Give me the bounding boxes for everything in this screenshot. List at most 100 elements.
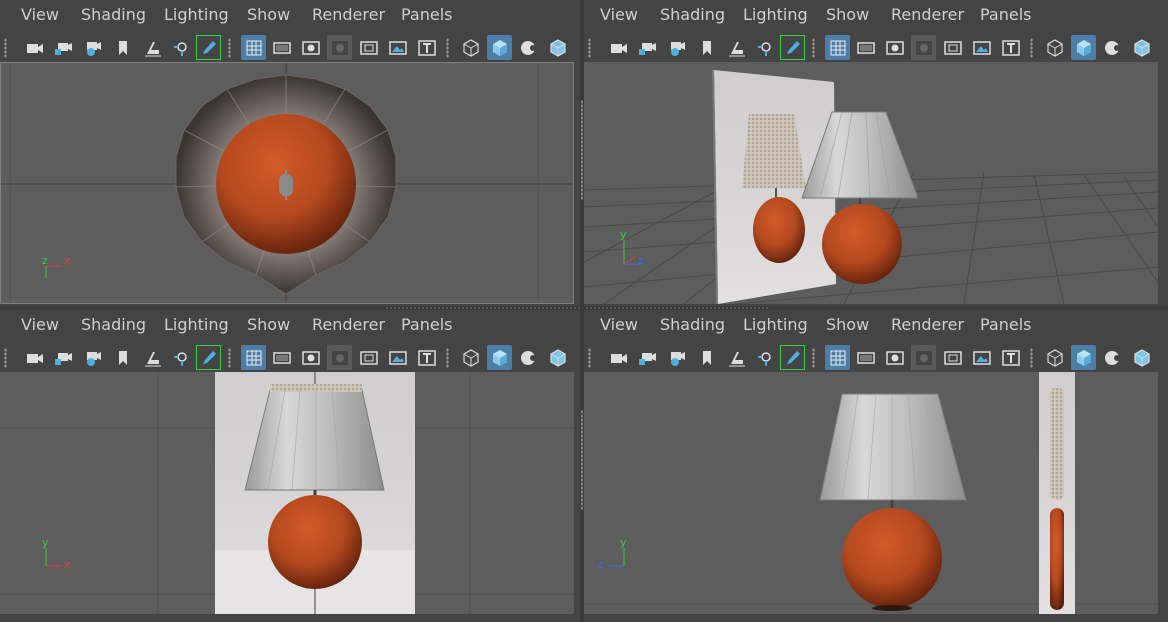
camera-lock-icon[interactable] — [634, 345, 659, 370]
use-default-material-icon[interactable] — [1100, 35, 1125, 60]
grid-icon[interactable] — [241, 345, 266, 370]
camera-icon[interactable] — [606, 345, 631, 370]
image-plane-icon[interactable] — [724, 345, 749, 370]
bookmark-icon[interactable] — [694, 35, 719, 60]
vertical-splitter-grip-top[interactable] — [581, 100, 583, 200]
menu-renderer[interactable]: Renderer — [891, 5, 964, 24]
camera-attributes-icon[interactable] — [664, 345, 689, 370]
use-default-material-icon[interactable] — [1100, 345, 1125, 370]
field-chart-icon[interactable] — [940, 35, 965, 60]
smooth-shade-icon[interactable] — [487, 345, 512, 370]
camera-lock-icon[interactable] — [634, 35, 659, 60]
camera-icon[interactable] — [606, 35, 631, 60]
viewport-persp[interactable] — [584, 62, 1158, 304]
grid-icon[interactable] — [825, 345, 850, 370]
menu-panels[interactable]: Panels — [401, 315, 453, 334]
safe-action-icon[interactable] — [969, 345, 994, 370]
viewport-panel-persp[interactable]: View Shading Lighting Show Renderer Pane… — [584, 0, 1162, 306]
wireframe-icon[interactable] — [1042, 345, 1067, 370]
film-gate-icon[interactable] — [853, 35, 878, 60]
wireframe-on-shaded-icon[interactable] — [1129, 35, 1154, 60]
wireframe-on-shaded-icon[interactable] — [545, 345, 570, 370]
viewport-front[interactable] — [0, 372, 574, 614]
menu-lighting[interactable]: Lighting — [743, 315, 808, 334]
lamp-base-front[interactable] — [268, 495, 362, 589]
resolution-gate-icon[interactable] — [882, 35, 907, 60]
grease-pencil-icon[interactable] — [196, 345, 221, 370]
viewport-panel-side[interactable]: View Shading Lighting Show Renderer Pane… — [584, 310, 1162, 616]
wireframe-on-shaded-icon[interactable] — [545, 35, 570, 60]
field-chart-icon[interactable] — [356, 35, 381, 60]
viewport-top[interactable] — [0, 62, 574, 304]
field-chart-icon[interactable] — [940, 345, 965, 370]
use-default-material-icon[interactable] — [516, 345, 541, 370]
track-view-icon[interactable] — [168, 35, 193, 60]
lamp-shade-front[interactable] — [244, 389, 385, 491]
menu-view[interactable]: View — [600, 5, 638, 24]
menu-view[interactable]: View — [21, 315, 59, 334]
safe-action-icon[interactable] — [969, 35, 994, 60]
menu-panels[interactable]: Panels — [401, 5, 453, 24]
wireframe-icon[interactable] — [458, 35, 483, 60]
film-gate-icon[interactable] — [269, 345, 294, 370]
menu-show[interactable]: Show — [826, 315, 869, 334]
resolution-gate-icon[interactable] — [298, 345, 323, 370]
camera-attributes-icon[interactable] — [664, 35, 689, 60]
safe-title-icon[interactable] — [414, 35, 439, 60]
menu-show[interactable]: Show — [826, 5, 869, 24]
menu-renderer[interactable]: Renderer — [312, 315, 385, 334]
lamp-base-persp[interactable] — [822, 204, 902, 284]
menu-view[interactable]: View — [21, 5, 59, 24]
menu-renderer[interactable]: Renderer — [891, 315, 964, 334]
wireframe-icon[interactable] — [458, 345, 483, 370]
camera-lock-icon[interactable] — [50, 345, 75, 370]
field-chart-icon[interactable] — [356, 345, 381, 370]
lamp-shade-side[interactable] — [819, 393, 967, 501]
grease-pencil-icon[interactable] — [196, 35, 221, 60]
camera-lock-icon[interactable] — [50, 35, 75, 60]
image-plane-icon[interactable] — [140, 35, 165, 60]
smooth-shade-icon[interactable] — [487, 35, 512, 60]
image-plane-icon[interactable] — [140, 345, 165, 370]
resolution-gate-icon[interactable] — [298, 35, 323, 60]
menu-shading[interactable]: Shading — [81, 5, 146, 24]
vertical-splitter[interactable] — [580, 0, 584, 622]
menu-show[interactable]: Show — [247, 5, 290, 24]
lamp-base-side[interactable] — [842, 508, 942, 608]
image-plane-icon[interactable] — [724, 35, 749, 60]
grid-icon[interactable] — [825, 35, 850, 60]
gate-mask-icon[interactable] — [911, 35, 936, 60]
menu-lighting[interactable]: Lighting — [164, 315, 229, 334]
menu-panels[interactable]: Panels — [980, 5, 1032, 24]
camera-icon[interactable] — [22, 345, 47, 370]
camera-icon[interactable] — [22, 35, 47, 60]
track-view-icon[interactable] — [752, 35, 777, 60]
menu-show[interactable]: Show — [247, 315, 290, 334]
viewport-panel-top[interactable]: View Shading Lighting Show Renderer Pane… — [0, 0, 578, 306]
use-default-material-icon[interactable] — [516, 35, 541, 60]
track-view-icon[interactable] — [752, 345, 777, 370]
menu-view[interactable]: View — [600, 315, 638, 334]
film-gate-icon[interactable] — [269, 35, 294, 60]
gate-mask-icon[interactable] — [327, 345, 352, 370]
safe-title-icon[interactable] — [414, 345, 439, 370]
smooth-shade-icon[interactable] — [1071, 345, 1096, 370]
smooth-shade-icon[interactable] — [1071, 35, 1096, 60]
reference-image-plane[interactable] — [1039, 372, 1075, 614]
menu-shading[interactable]: Shading — [81, 315, 146, 334]
menu-shading[interactable]: Shading — [660, 5, 725, 24]
wireframe-icon[interactable] — [1042, 35, 1067, 60]
camera-attributes-icon[interactable] — [80, 35, 105, 60]
track-view-icon[interactable] — [168, 345, 193, 370]
bookmark-icon[interactable] — [694, 345, 719, 370]
film-gate-icon[interactable] — [853, 345, 878, 370]
gate-mask-icon[interactable] — [911, 345, 936, 370]
wireframe-on-shaded-icon[interactable] — [1129, 345, 1154, 370]
camera-attributes-icon[interactable] — [80, 345, 105, 370]
menu-panels[interactable]: Panels — [980, 315, 1032, 334]
safe-title-icon[interactable] — [998, 35, 1023, 60]
gate-mask-icon[interactable] — [327, 35, 352, 60]
grease-pencil-icon[interactable] — [780, 345, 805, 370]
safe-action-icon[interactable] — [385, 35, 410, 60]
grease-pencil-icon[interactable] — [780, 35, 805, 60]
